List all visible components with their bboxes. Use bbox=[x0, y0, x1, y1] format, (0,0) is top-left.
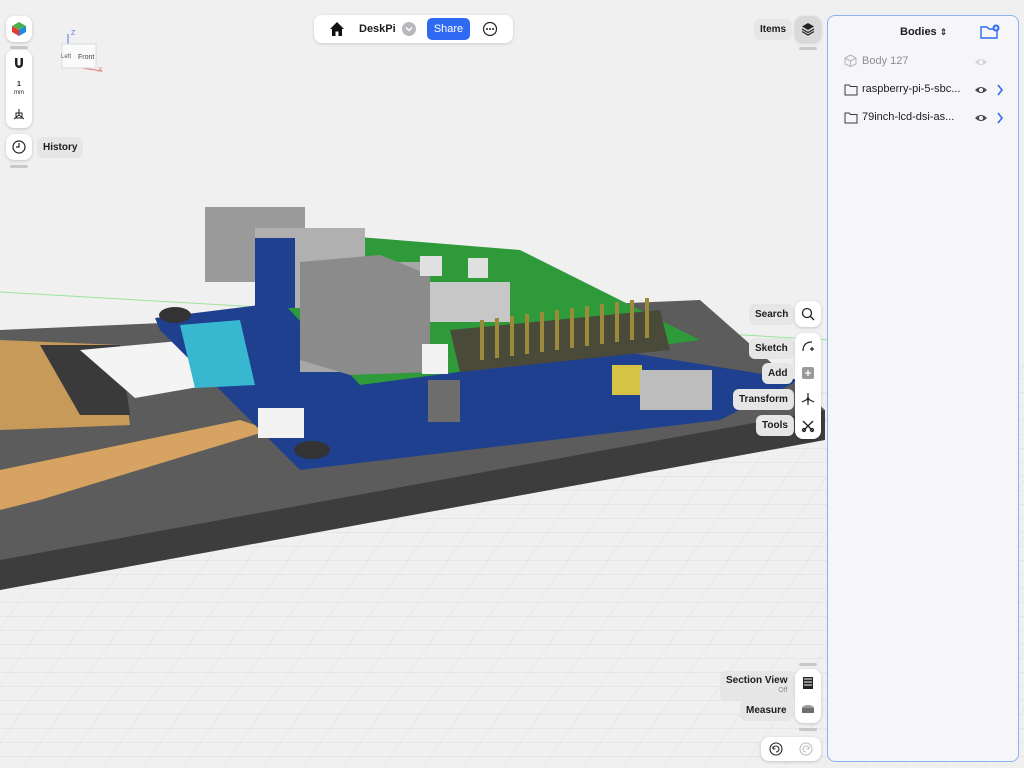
document-menu-chevron-icon[interactable] bbox=[402, 22, 416, 36]
search-label[interactable]: Search bbox=[749, 304, 795, 325]
view-cube-x-label: X bbox=[98, 67, 103, 74]
measure-icon[interactable] bbox=[801, 703, 815, 717]
more-options-icon[interactable] bbox=[482, 21, 498, 37]
inspect-tools-group bbox=[795, 669, 821, 723]
appearance-button[interactable] bbox=[6, 16, 32, 42]
snap-units-panel: 1 mm bbox=[6, 50, 32, 128]
items-label[interactable]: Items bbox=[754, 19, 793, 40]
eye-icon[interactable] bbox=[974, 113, 988, 123]
bodies-panel: Bodies ⇕ Body 127 raspberry-pi-5-sbc... … bbox=[827, 15, 1019, 762]
tools-icon[interactable] bbox=[801, 419, 815, 433]
eye-icon[interactable] bbox=[974, 85, 988, 95]
body-name: Body 127 bbox=[862, 55, 909, 67]
body-cube-icon bbox=[844, 54, 857, 67]
search-icon bbox=[801, 307, 815, 321]
sketch-label[interactable]: Sketch bbox=[749, 338, 794, 359]
sort-chevrons-icon: ⇕ bbox=[939, 27, 948, 37]
measure-label[interactable]: Measure bbox=[740, 700, 793, 721]
section-view-label[interactable]: Section View Off bbox=[720, 671, 794, 701]
transform-icon[interactable] bbox=[801, 392, 815, 406]
transform-label[interactable]: Transform bbox=[733, 389, 794, 410]
tools-label[interactable]: Tools bbox=[756, 415, 794, 436]
undo-redo-group bbox=[761, 737, 821, 761]
clock-icon bbox=[12, 140, 26, 154]
view-cube-front-face[interactable]: Front bbox=[78, 54, 94, 61]
share-button[interactable]: Share bbox=[427, 18, 470, 40]
eye-icon[interactable] bbox=[974, 57, 988, 67]
component-row[interactable]: 79inch-lcd-dsi-as... bbox=[844, 108, 1014, 128]
component-name: raspberry-pi-5-sbc... bbox=[862, 83, 961, 95]
document-title[interactable]: DeskPi bbox=[359, 23, 396, 35]
document-toolbar: DeskPi Share bbox=[314, 15, 513, 43]
magnet-icon[interactable] bbox=[12, 56, 26, 70]
home-icon[interactable] bbox=[329, 21, 345, 37]
layers-icon bbox=[801, 23, 815, 36]
add-icon[interactable] bbox=[801, 366, 815, 380]
history-button[interactable] bbox=[6, 134, 32, 160]
cube-color-icon bbox=[12, 22, 26, 36]
section-view-icon[interactable] bbox=[801, 676, 815, 690]
undo-icon[interactable] bbox=[769, 742, 783, 756]
units-unit: mm bbox=[14, 89, 24, 96]
body-row[interactable]: Body 127 bbox=[844, 52, 1014, 72]
items-toggle-button[interactable] bbox=[795, 16, 821, 42]
view-cube-left-face[interactable]: Left bbox=[61, 54, 71, 60]
history-label[interactable]: History bbox=[37, 137, 84, 158]
chevron-right-icon[interactable] bbox=[996, 84, 1004, 96]
axes-gizmo-icon[interactable] bbox=[12, 108, 26, 122]
redo-icon[interactable] bbox=[799, 742, 813, 756]
component-row[interactable]: raspberry-pi-5-sbc... bbox=[844, 80, 1014, 100]
view-cube-z-label: Z bbox=[71, 30, 76, 37]
section-view-title: Section View bbox=[726, 675, 788, 686]
search-button[interactable] bbox=[795, 301, 821, 327]
component-name: 79inch-lcd-dsi-as... bbox=[862, 111, 955, 123]
units-value: 1 bbox=[17, 80, 21, 88]
view-cube[interactable]: Z Left Front X bbox=[56, 30, 106, 75]
folder-icon bbox=[844, 84, 858, 96]
add-label[interactable]: Add bbox=[762, 363, 794, 384]
section-view-state: Off bbox=[778, 687, 788, 694]
units-button[interactable]: 1 mm bbox=[14, 81, 24, 97]
new-folder-icon[interactable] bbox=[980, 24, 1000, 40]
bodies-title: Bodies bbox=[900, 26, 937, 38]
chevron-right-icon[interactable] bbox=[996, 112, 1004, 124]
bodies-title-button[interactable]: Bodies ⇕ bbox=[900, 26, 947, 38]
folder-icon bbox=[844, 112, 858, 124]
sketch-icon[interactable] bbox=[801, 339, 815, 353]
modeling-tools-group bbox=[795, 333, 821, 439]
